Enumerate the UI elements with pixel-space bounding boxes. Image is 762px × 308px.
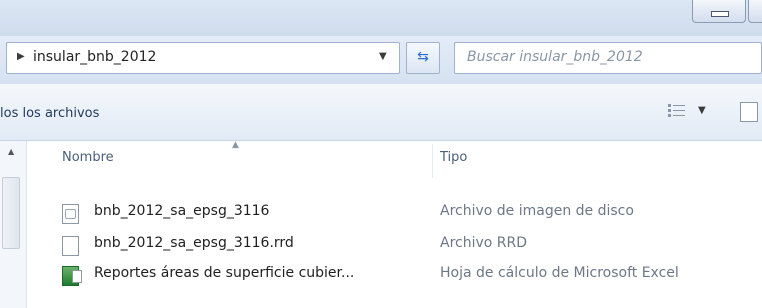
refresh-icon: ⇆ bbox=[417, 49, 429, 65]
blank-file-icon bbox=[62, 236, 79, 256]
minimize-icon bbox=[711, 11, 729, 17]
disk-image-icon bbox=[62, 204, 79, 224]
breadcrumb-current-folder[interactable]: insular_bnb_2012 bbox=[33, 49, 156, 65]
address-dropdown-icon[interactable]: ▼ bbox=[379, 51, 387, 62]
file-type: Archivo de imagen de disco bbox=[440, 203, 634, 219]
command-toolbar: los los archivos ▼ bbox=[0, 84, 762, 141]
excel-icon bbox=[62, 266, 82, 286]
search-input[interactable]: Buscar insular_bnb_2012 bbox=[454, 42, 762, 74]
column-header-type[interactable]: Tipo bbox=[440, 150, 467, 165]
file-row[interactable]: bnb_2012_sa_epsg_3116 Archivo de imagen … bbox=[56, 202, 756, 226]
navigation-pane: ▲ bbox=[0, 141, 27, 308]
file-name: Reportes áreas de superficie cubier... bbox=[94, 265, 355, 281]
filter-label[interactable]: los los archivos bbox=[0, 106, 99, 121]
file-type: Archivo RRD bbox=[440, 235, 528, 251]
file-type: Hoja de cálculo de Microsoft Excel bbox=[440, 265, 679, 281]
file-row[interactable]: bnb_2012_sa_epsg_3116.rrd Archivo RRD bbox=[56, 234, 756, 258]
view-options-icon[interactable] bbox=[668, 103, 686, 119]
preview-pane-icon[interactable] bbox=[740, 102, 758, 122]
view-dropdown-icon[interactable]: ▼ bbox=[698, 105, 706, 116]
sort-ascending-icon: ▲ bbox=[232, 140, 239, 150]
column-divider[interactable] bbox=[432, 144, 433, 178]
file-row[interactable]: Reportes áreas de superficie cubier... H… bbox=[56, 264, 756, 288]
file-name: bnb_2012_sa_epsg_3116.rrd bbox=[94, 235, 294, 251]
address-row: ▶ insular_bnb_2012 ▼ ⇆ Buscar insular_bn… bbox=[0, 36, 762, 84]
nav-scrollbar-thumb[interactable] bbox=[2, 177, 20, 249]
title-bar bbox=[0, 0, 762, 36]
search-placeholder: Buscar insular_bnb_2012 bbox=[467, 49, 643, 65]
refresh-button[interactable]: ⇆ bbox=[406, 42, 440, 74]
maximize-button[interactable] bbox=[748, 0, 762, 23]
scroll-up-icon[interactable]: ▲ bbox=[8, 147, 14, 156]
column-header-name[interactable]: Nombre bbox=[62, 150, 114, 165]
minimize-button[interactable] bbox=[692, 0, 746, 23]
address-bar[interactable]: ▶ insular_bnb_2012 ▼ bbox=[6, 42, 400, 74]
breadcrumb-arrow-icon[interactable]: ▶ bbox=[17, 51, 25, 62]
file-name: bnb_2012_sa_epsg_3116 bbox=[94, 203, 270, 219]
